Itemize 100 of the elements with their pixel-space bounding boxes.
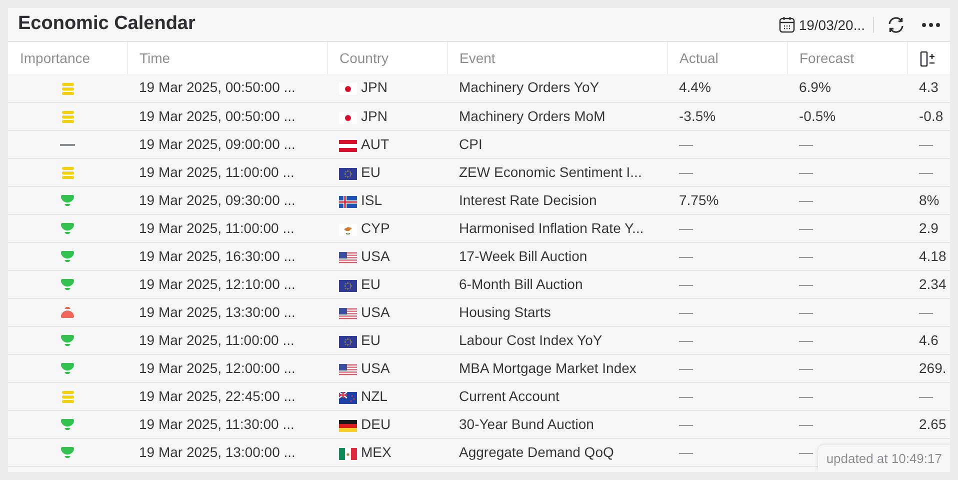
country-code: USA: [361, 304, 390, 320]
event-name: Housing Starts: [459, 304, 551, 320]
country-code: MEX: [361, 444, 392, 460]
flag-icon: [339, 308, 357, 320]
time-text: 19 Mar 2025, 00:50:00 ...: [139, 108, 296, 124]
actual-value: —: [679, 304, 693, 320]
actual-value: —: [679, 360, 693, 376]
country-code: NZL: [361, 388, 388, 404]
forecast-value: —: [799, 360, 813, 376]
window-title: Economic Calendar: [18, 12, 196, 36]
forecast-value: —: [799, 136, 813, 152]
country-code: JPN: [361, 108, 388, 124]
forecast-value: —: [799, 164, 813, 180]
actual-value: —: [679, 276, 693, 292]
time-text: 19 Mar 2025, 12:00:00 ...: [139, 360, 296, 376]
table-cell: —: [919, 164, 933, 180]
event-name: CPI: [459, 136, 482, 152]
column-add-icon[interactable]: [920, 50, 936, 67]
table-cell: 2.34: [919, 276, 946, 292]
flag-icon: [339, 448, 357, 460]
table-cell: —: [919, 136, 933, 152]
flag-icon: [339, 336, 357, 348]
flag-icon: [339, 168, 357, 180]
column-header[interactable]: Event: [447, 42, 667, 74]
time-text: 19 Mar 2025, 11:00:00 ...: [139, 220, 294, 236]
date-picker[interactable]: 19/03/20...: [778, 16, 865, 33]
actual-value: 4.4%: [679, 79, 711, 96]
actual-value: —: [679, 416, 693, 432]
country-code: CYP: [361, 220, 390, 236]
forecast-value: 6.9%: [799, 79, 831, 96]
calendar-icon: [778, 16, 795, 33]
country-code: USA: [361, 248, 390, 264]
flag-icon: [339, 252, 357, 264]
forecast-value: -0.5%: [799, 108, 836, 124]
time-text: 19 Mar 2025, 13:00:00 ...: [139, 444, 296, 460]
event-name: 6-Month Bill Auction: [459, 276, 583, 292]
country-code: ISL: [361, 192, 382, 208]
forecast-value: —: [799, 276, 813, 292]
time-text: 19 Mar 2025, 11:00:00 ...: [139, 332, 294, 348]
time-text: 19 Mar 2025, 11:00:00 ...: [139, 164, 294, 180]
more-icon[interactable]: [922, 22, 940, 26]
table-cell: 4.6: [919, 332, 938, 348]
actual-value: —: [679, 332, 693, 348]
time-text: 19 Mar 2025, 13:30:00 ...: [139, 304, 296, 320]
actual-value: —: [679, 136, 693, 152]
actual-value: —: [679, 388, 693, 404]
country-code: EU: [361, 164, 380, 180]
event-name: Aggregate Demand QoQ: [459, 444, 614, 460]
event-name: 30-Year Bund Auction: [459, 416, 594, 432]
column-header[interactable]: Country: [327, 42, 447, 74]
forecast-value: —: [799, 248, 813, 264]
time-text: 19 Mar 2025, 12:10:00 ...: [139, 276, 296, 292]
column-header[interactable]: Importance: [8, 42, 127, 74]
country-code: EU: [361, 276, 380, 292]
table-cell: —: [919, 388, 933, 404]
event-name: 17-Week Bill Auction: [459, 248, 588, 264]
forecast-value: —: [799, 332, 813, 348]
flag-icon: [339, 280, 357, 292]
forecast-value: —: [799, 416, 813, 432]
update-status: updated at 10:49:17: [818, 444, 950, 472]
flag-icon: [339, 196, 357, 208]
forecast-value: —: [799, 304, 813, 320]
time-text: 19 Mar 2025, 11:30:00 ...: [139, 416, 294, 432]
actual-value: —: [679, 164, 693, 180]
country-code: AUT: [361, 136, 389, 152]
time-text: 19 Mar 2025, 16:30:00 ...: [139, 248, 296, 264]
country-code: USA: [361, 360, 390, 376]
table-cell: 8%: [919, 192, 940, 208]
column-header[interactable]: Forecast: [787, 42, 907, 74]
table-cell: -0.8: [919, 108, 944, 124]
time-text: 19 Mar 2025, 09:00:00 ...: [139, 136, 296, 152]
forecast-value: —: [799, 220, 813, 236]
event-name: Harmonised Inflation Rate Y...: [459, 220, 644, 236]
forecast-value: —: [799, 444, 813, 460]
actual-value: -3.5%: [679, 108, 716, 124]
event-name: Current Account: [459, 388, 560, 404]
column-header[interactable]: Time: [127, 42, 327, 74]
forecast-value: —: [799, 192, 813, 208]
actual-value: —: [679, 220, 693, 236]
flag-icon: [339, 392, 357, 404]
time-text: 19 Mar 2025, 00:50:00 ...: [139, 79, 296, 96]
country-code: EU: [361, 332, 380, 348]
time-text: 19 Mar 2025, 22:45:00 ...: [139, 388, 296, 404]
table-cell: 2.9: [919, 220, 938, 236]
actual-value: —: [679, 444, 693, 460]
forecast-value: —: [799, 388, 813, 404]
time-text: 19 Mar 2025, 09:30:00 ...: [139, 192, 296, 208]
actual-value: 7.75%: [679, 192, 719, 208]
country-code: DEU: [361, 416, 391, 432]
column-header[interactable]: Actual: [667, 42, 787, 74]
actual-value: —: [679, 248, 693, 264]
table-cell: 269.: [919, 360, 946, 376]
table-cell: 4.18: [919, 248, 946, 264]
table-cell: 4.3: [919, 79, 938, 96]
flag-icon: [339, 364, 357, 376]
event-name: Interest Rate Decision: [459, 192, 597, 208]
refresh-icon[interactable]: [886, 14, 906, 34]
event-name: Labour Cost Index YoY: [459, 332, 602, 348]
country-code: JPN: [361, 79, 388, 96]
event-name: MBA Mortgage Market Index: [459, 360, 636, 376]
